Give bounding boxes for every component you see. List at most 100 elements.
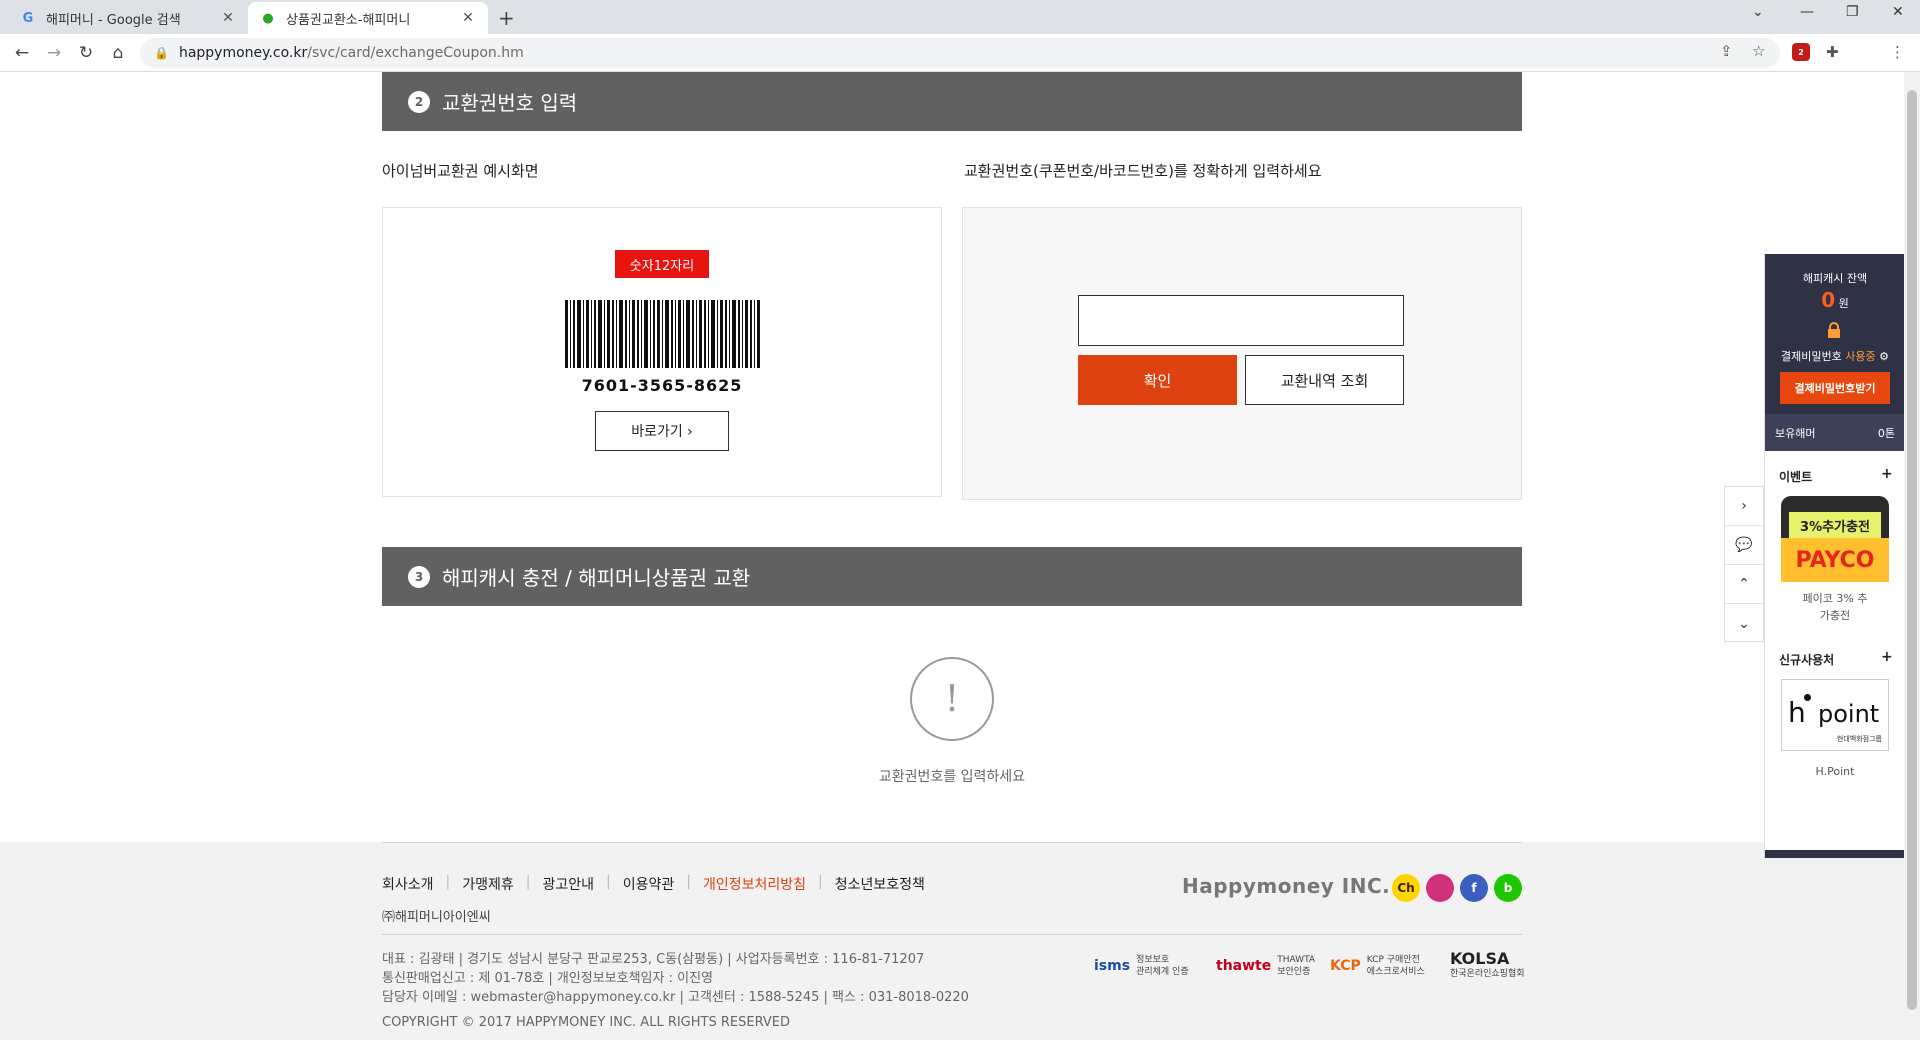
holdings-label: 보유해머 [1775, 426, 1816, 440]
kcp-logo-icon: KCP [1330, 958, 1361, 974]
chat-icon[interactable]: 💬 [1725, 526, 1763, 565]
hpoint-logo: h [1788, 696, 1806, 729]
code-input-panel: 확인 교환내역 조회 [962, 207, 1522, 500]
footer-link-advertising[interactable]: 광고안내 [531, 874, 607, 894]
window-close-icon[interactable]: ✕ [1892, 4, 1904, 20]
holdings-value: 0톤 [1877, 426, 1895, 440]
page-scrollbar[interactable] [1904, 72, 1920, 1040]
hpoint-group-text: 현대백화점그룹 [1836, 735, 1882, 743]
home-icon[interactable]: ⌂ [106, 41, 130, 65]
footer-link-company[interactable]: 회사소개 [382, 874, 446, 894]
cert-text: 보안인증 [1277, 967, 1311, 977]
coupon-code-input[interactable] [1078, 295, 1404, 346]
url-path: /svc/card/exchangeCoupon.hm [307, 45, 524, 61]
digits-badge: 숫자12자리 [615, 250, 709, 278]
balance-label: 해피캐시 잔액 [1802, 272, 1868, 285]
thawte-logo-icon: thawte [1216, 958, 1272, 974]
extensions-puzzle-icon[interactable]: ✚ [1826, 43, 1839, 61]
minimize-icon[interactable]: — [1800, 4, 1814, 20]
naver-blog-icon[interactable]: b [1494, 874, 1522, 902]
footer-link-affiliate[interactable]: 가맹제휴 [450, 874, 526, 894]
share-icon[interactable]: ⇪ [1720, 42, 1733, 60]
restore-icon[interactable]: ❐ [1846, 4, 1859, 20]
new-tab-icon[interactable]: + [498, 6, 515, 30]
goto-button[interactable]: 바로가기 › [595, 411, 729, 451]
cert-text: 관리체계 인증 [1136, 967, 1189, 977]
kolsa-certification: KOLSA 한국온라인쇼핑협회 [1450, 948, 1525, 984]
tab-google-search[interactable]: G 해피머니 - Google 검색 ✕ [8, 2, 248, 34]
footer-top-divider [382, 842, 1522, 843]
url-host: happymoney.co.kr [178, 45, 308, 61]
quick-panel-bottom [1765, 850, 1905, 858]
collapse-panel-icon[interactable]: › [1725, 487, 1763, 526]
copyright: COPYRIGHT © 2017 HAPPYMONEY INC. ALL RIG… [382, 1015, 791, 1030]
hpoint-caption: H.Point [1815, 765, 1855, 778]
example-title: 아이넘버교환권 예시화면 [382, 162, 539, 180]
warning-icon: ! [910, 657, 994, 741]
close-icon[interactable]: ✕ [460, 10, 476, 26]
footer [0, 842, 1920, 1040]
balance-value: 0 원 [1821, 288, 1849, 312]
confirm-button[interactable]: 확인 [1078, 355, 1237, 405]
hpoint-banner[interactable]: h point 현대백화점그룹 [1781, 679, 1889, 751]
tab-search-icon[interactable]: ⌄ [1752, 4, 1764, 20]
corporation-name: ㈜해피머니아이엔씨 [382, 910, 491, 925]
barcode-number: 7601-3565-8625 [581, 376, 743, 395]
scroll-bottom-icon[interactable]: ⌄ [1725, 604, 1763, 643]
payment-password-status: 결제비밀번호 사용중 ⚙ [1781, 350, 1889, 363]
happycash-balance-box: 해피캐시 잔액 0 원 결제비밀번호 사용중 ⚙ 결제비밀번호받기 보유해머 0… [1765, 254, 1905, 451]
close-icon[interactable]: ✕ [220, 10, 236, 26]
facebook-icon[interactable]: f [1460, 874, 1488, 902]
payco-logo: PAYCO [1781, 538, 1889, 582]
kolsa-logo-icon: KOLSA [1450, 948, 1510, 968]
floating-nav-buttons: › 💬 ⌃ ⌄ [1724, 486, 1764, 642]
forward-icon[interactable]: → [42, 41, 66, 65]
bookmark-star-icon[interactable]: ☆ [1752, 42, 1765, 60]
cert-text: KCP 구매안전 [1366, 955, 1420, 965]
lock-icon [1828, 322, 1840, 338]
thawte-certification: thawte THAWTA 보안인증 [1216, 948, 1315, 984]
get-payment-password-button[interactable]: 결제비밀번호받기 [1780, 372, 1890, 404]
cert-text: 에스크로서비스 [1366, 967, 1425, 977]
address-bar[interactable]: 🔒 happymoney.co.kr/svc/card/exchangeCoup… [140, 38, 1780, 68]
barcode-image [565, 300, 760, 368]
scrollbar-thumb[interactable] [1907, 90, 1917, 1010]
exchange-history-button[interactable]: 교환내역 조회 [1245, 355, 1404, 405]
lock-icon: 🔒 [154, 46, 169, 60]
section-header-exchange: 3 해피캐시 충전 / 해피머니상품권 교환 [382, 547, 1522, 606]
step-number: 2 [408, 90, 430, 113]
company-info-line: 대표 : 김광태 | 경기도 성남시 분당구 판교로253, C동(삼평동) |… [382, 952, 925, 967]
kakao-channel-icon[interactable]: Ch [1392, 874, 1420, 902]
browser-toolbar: ← → ↻ ⌂ 🔒 happymoney.co.kr/svc/card/exch… [0, 34, 1920, 72]
event-more-icon[interactable]: + [1881, 466, 1893, 482]
warning-symbol: ! [944, 678, 960, 720]
section-header-code-input: 2 교환권번호 입력 [382, 72, 1522, 131]
reload-icon[interactable]: ↻ [74, 41, 98, 65]
new-merchant-more-icon[interactable]: + [1881, 649, 1893, 665]
isms-logo-icon: isms [1094, 958, 1131, 974]
section-title: 해피캐시 충전 / 해피머니상품권 교환 [442, 566, 751, 590]
payco-event-banner[interactable]: 3%추가충전 PAYCO [1781, 496, 1889, 582]
footer-link-terms[interactable]: 이용약관 [611, 874, 687, 894]
browser-tab-bar: G 해피머니 - Google 검색 ✕ ● 상품권교환소-해피머니 ✕ + ⌄… [0, 0, 1920, 34]
cert-text: 한국온라인쇼핑협회 [1450, 968, 1525, 979]
footer-links: 회사소개 | 가맹제휴 | 광고안내 | 이용약관 | 개인정보처리방침 | 청소년보호정… [382, 874, 937, 894]
footer-divider [382, 934, 1522, 935]
adblock-extension-icon[interactable]: 2 [1792, 43, 1810, 61]
cert-text: 정보보호 [1136, 955, 1170, 965]
input-instruction: 교환권번호(쿠폰번호/바코드번호)를 정확하게 입력하세요 [964, 162, 1322, 180]
back-icon[interactable]: ← [10, 41, 34, 65]
scroll-top-icon[interactable]: ⌃ [1725, 565, 1763, 604]
tab-happymoney[interactable]: ● 상품권교환소-해피머니 ✕ [248, 2, 488, 34]
step-number: 3 [408, 565, 430, 588]
browser-menu-icon[interactable]: ⋮ [1890, 43, 1905, 61]
warning-message: 교환권번호를 입력하세요 [878, 769, 1026, 785]
instagram-icon[interactable] [1426, 874, 1454, 902]
tab-title: 해피머니 - Google 검색 [46, 12, 181, 28]
banner-text: 3%추가충전 [1789, 512, 1881, 538]
google-icon: G [22, 10, 34, 26]
happymoney-favicon-icon: ● [262, 10, 274, 26]
footer-link-youth-policy[interactable]: 청소년보호정책 [823, 874, 937, 894]
footer-link-privacy[interactable]: 개인정보처리방침 [691, 874, 818, 894]
settings-gear-icon[interactable]: ⚙ [1879, 350, 1889, 363]
